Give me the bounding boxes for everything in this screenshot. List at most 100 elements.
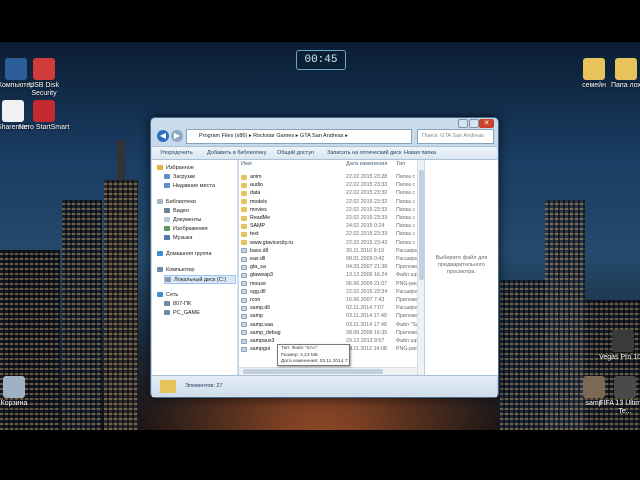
file-row[interactable]: audio 22.02.2015 23:33 Папка с фа — [239, 181, 417, 189]
file-row[interactable]: models 22.02.2015 23:32 Папка с фа — [239, 198, 417, 206]
nav-item[interactable]: Загрузки — [164, 173, 236, 182]
file-row[interactable]: rcon 16.06.2007 7:43 Приложени — [239, 296, 417, 304]
file-date: 06.06.2009 21:07 — [346, 280, 388, 287]
breadcrumb-item[interactable]: Rockstar Games — [253, 133, 294, 139]
details-pane: Элементов: 27 — [152, 375, 497, 397]
file-type: PNG-рисун — [396, 280, 417, 287]
share-button[interactable]: Общий доступ — [277, 147, 314, 160]
file-row[interactable]: www.gtavicecity.ru 22.02.2015 23:43 Папка … — [239, 239, 417, 247]
file-row[interactable]: data 22.02.2015 23:30 Папка с фа — [239, 189, 417, 197]
file-type: Расширени — [396, 256, 417, 262]
address-bar[interactable]: Program Files (x86) ▸ Rockstar Games ▸ G… — [186, 129, 412, 144]
file-row[interactable]: movies 22.02.2015 23:33 Папка с фа — [239, 206, 417, 214]
file-icon — [241, 346, 247, 352]
nav-item[interactable]: Библиотеки — [157, 198, 236, 207]
file-type: Папка с фа — [396, 215, 417, 221]
star-icon — [157, 165, 163, 171]
close-button[interactable]: ✕ — [479, 119, 494, 128]
column-type-header[interactable]: Тип — [396, 160, 405, 169]
file-name: gtaweap3 — [250, 272, 273, 279]
folder-icon — [615, 58, 637, 80]
file-icon — [241, 256, 247, 262]
column-date-header[interactable]: Дата изменения — [346, 160, 387, 169]
nav-item[interactable]: Сеть — [157, 291, 236, 300]
column-name-header[interactable]: Имя — [241, 160, 252, 169]
clock-gadget: 00:45 — [296, 50, 346, 70]
file-row[interactable]: SAMP 24.02.2015 0:24 Папка с фа — [239, 222, 417, 230]
nav-item[interactable]: Компьютер — [157, 266, 236, 275]
nav-item[interactable]: Изображения — [164, 225, 236, 234]
file-name: models — [250, 198, 268, 205]
file-type: Файл шриф — [396, 272, 417, 279]
file-name: anim — [250, 174, 262, 180]
file-row[interactable]: gta_sa 04.03.2007 21:38 Приложени — [239, 263, 417, 271]
file-row[interactable]: text 22.02.2015 23:33 Папка с фа — [239, 230, 417, 238]
add-to-library-button[interactable]: Добавить в библиотеку — [207, 147, 266, 160]
folder-icon — [241, 174, 247, 180]
file-name: rcon — [250, 297, 261, 303]
folder-icon — [160, 380, 176, 393]
file-icon — [241, 248, 247, 254]
horizontal-scrollbar[interactable] — [239, 367, 417, 375]
file-row[interactable]: mouse 06.06.2009 21:07 PNG-рисун — [239, 280, 417, 288]
nav-item-label: Загрузки — [173, 174, 196, 180]
folder-icon — [241, 182, 247, 188]
organize-button[interactable]: Упорядочить — [160, 147, 193, 160]
nav-item[interactable]: Видео — [164, 207, 236, 216]
command-bar: Упорядочить Добавить в библиотеку Общий … — [152, 146, 497, 160]
file-date: 24.02.2015 0:24 — [346, 223, 385, 230]
desktop-shortcut[interactable]: Nero StartSmart — [16, 100, 72, 132]
file-row[interactable]: gtaweap3 13.12.2006 16:24 Файл шриф — [239, 271, 417, 279]
tooltip-date: Дата изменения: 03.11.2014 7:23 — [281, 359, 350, 364]
new-folder-button[interactable]: Новая папка — [404, 147, 436, 160]
file-type: Расширени — [396, 288, 417, 295]
file-row[interactable]: ogg.dll 22.02.2015 23:34 Расширени — [239, 288, 417, 296]
file-row[interactable]: samp.dll 02.11.2014 7:07 Расширени — [239, 304, 417, 312]
nav-item[interactable]: PC_GAME — [164, 309, 236, 318]
breadcrumb-item[interactable]: GTA San Andreas — [300, 133, 344, 139]
nav-item[interactable]: 807-ПК — [164, 300, 236, 309]
file-row[interactable]: samp.saa 03.11.2014 17:49 Файл "SAA" — [239, 321, 417, 329]
forward-button[interactable]: ▶ — [171, 130, 183, 142]
maximize-button[interactable] — [469, 119, 479, 128]
nav-item[interactable]: Избранное — [157, 164, 236, 173]
vertical-scrollbar[interactable] — [417, 160, 424, 375]
file-row[interactable]: ReadMe 22.02.2015 23:33 Папка с фа — [239, 214, 417, 222]
nav-item[interactable]: Домашняя группа — [157, 250, 236, 259]
desktop-shortcut[interactable]: FIFA 13 Ultimate Te... — [597, 376, 640, 416]
nav-item[interactable]: Музыка — [164, 234, 236, 243]
desktop-shortcut[interactable]: USB Disk Security — [16, 58, 72, 98]
burn-button[interactable]: Записать на оптический диск — [327, 147, 401, 160]
computer-icon — [157, 267, 163, 273]
desktop-shortcut[interactable]: Папа лох — [598, 58, 640, 90]
skyline-tower — [104, 140, 138, 430]
search-input[interactable]: Поиск: GTA San Andreas — [417, 129, 494, 144]
pictures-icon — [164, 226, 170, 232]
nav-item[interactable]: Недавние места — [164, 182, 236, 191]
file-date: 03.11.2014 17:49 — [346, 313, 387, 320]
desktop-shortcut-label: Папа лох — [610, 82, 640, 89]
music-icon — [164, 235, 170, 241]
desktop-shortcut[interactable]: Vegas Pro 10.0 — [595, 330, 640, 362]
file-row[interactable]: eax.dll 08.01.2009 0:42 Расширени — [239, 255, 417, 263]
minimize-button[interactable] — [458, 119, 468, 128]
breadcrumb-item[interactable]: Program Files (x86) — [199, 133, 247, 139]
skyline-building — [62, 200, 102, 430]
file-icon — [241, 305, 247, 311]
folder-icon — [241, 215, 247, 221]
desktop-shortcut[interactable]: Корзина — [0, 376, 42, 408]
file-name: SAMP — [250, 223, 266, 230]
file-type: Папка с фа — [396, 174, 417, 180]
back-button[interactable]: ◀ — [157, 130, 169, 142]
nav-item[interactable]: Документы — [164, 216, 236, 225]
file-date: 22.02.2015 23:34 — [346, 288, 388, 295]
file-row[interactable]: anim 22.02.2015 23:28 Папка с фа — [239, 173, 417, 181]
file-name: samp_debug — [250, 329, 281, 336]
file-row[interactable]: bass.dll 30.11.2010 9:10 Расширени — [239, 247, 417, 255]
file-row[interactable]: samp_debug 28.08.2006 16:35 Приложени — [239, 329, 417, 337]
fifa-icon — [614, 376, 636, 398]
file-type: Папка с фа — [396, 182, 417, 189]
file-row[interactable]: samp 03.11.2014 17:49 Приложени — [239, 312, 417, 320]
file-name: mouse — [250, 280, 266, 287]
nav-item[interactable]: Локальный диск (C:) — [164, 275, 236, 284]
